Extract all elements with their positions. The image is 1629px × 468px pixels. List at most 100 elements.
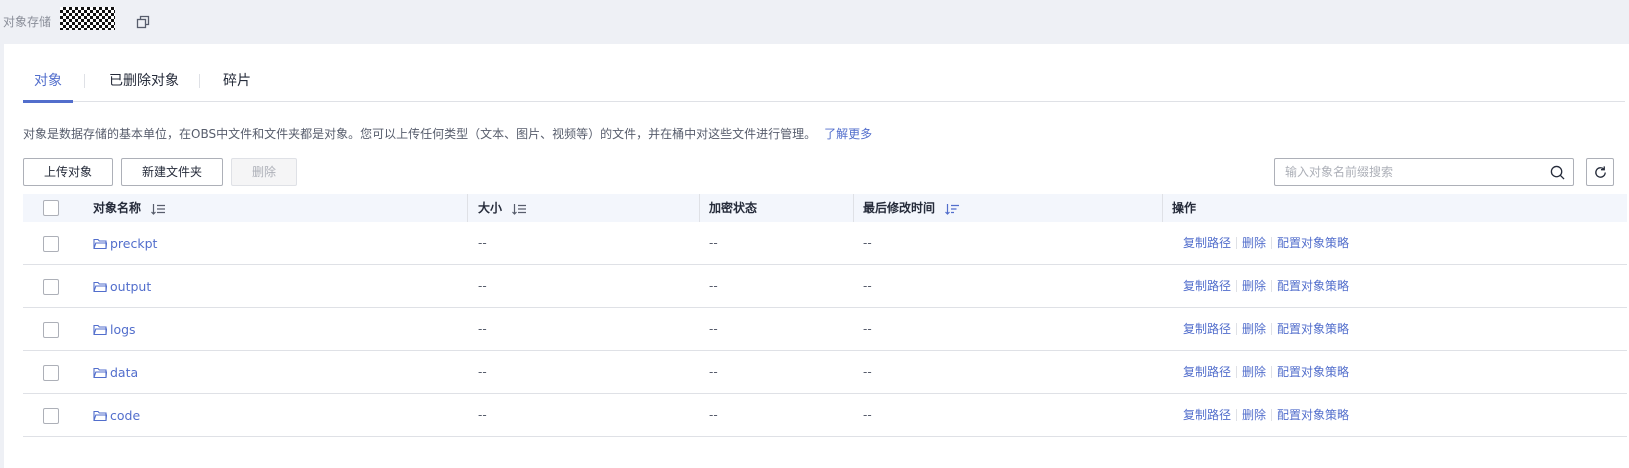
action-divider bbox=[1236, 323, 1238, 335]
object-name-link[interactable]: data bbox=[110, 365, 138, 380]
row-delete-link[interactable]: 删除 bbox=[1242, 279, 1266, 293]
column-divider bbox=[699, 194, 700, 222]
copy-path-link[interactable]: 复制路径 bbox=[1183, 408, 1231, 422]
tab-bar: 对象 已删除对象 碎片 bbox=[23, 70, 1625, 103]
objects-description: 对象是数据存储的基本单位，在OBS中文件和文件夹都是对象。您可以上传任何类型（文… bbox=[23, 125, 872, 142]
sort-icon[interactable] bbox=[512, 203, 527, 215]
table-header: 对象名称 大小 加密状态 最后修改时间 操作 bbox=[23, 194, 1627, 222]
delete-button[interactable]: 删除 bbox=[231, 158, 297, 186]
copy-path-link[interactable]: 复制路径 bbox=[1183, 322, 1231, 336]
upload-object-button[interactable]: 上传对象 bbox=[23, 158, 113, 186]
table-row: data -- -- -- 复制路径 删除 配置对象策略 bbox=[23, 351, 1627, 394]
sort-desc-icon[interactable] bbox=[945, 203, 960, 215]
sort-icon[interactable] bbox=[151, 203, 166, 215]
refresh-icon bbox=[1595, 166, 1606, 178]
action-divider bbox=[1271, 366, 1273, 378]
column-label: 对象名称 bbox=[93, 201, 142, 215]
copy-path-link[interactable]: 复制路径 bbox=[1183, 236, 1231, 250]
config-policy-link[interactable]: 配置对象策略 bbox=[1277, 322, 1349, 336]
bucket-name-masked bbox=[60, 7, 115, 30]
row-delete-link[interactable]: 删除 bbox=[1242, 408, 1266, 422]
object-name-link[interactable]: output bbox=[110, 279, 151, 294]
object-size: -- bbox=[478, 408, 487, 422]
table-row: code -- -- -- 复制路径 删除 配置对象策略 bbox=[23, 394, 1627, 437]
service-title: 对象存储 bbox=[3, 15, 52, 29]
object-name-link[interactable]: logs bbox=[110, 322, 136, 337]
copy-icon[interactable] bbox=[135, 14, 151, 30]
row-checkbox[interactable] bbox=[43, 322, 59, 338]
encryption-status: -- bbox=[709, 365, 718, 379]
object-name-link[interactable]: code bbox=[110, 408, 140, 423]
object-size: -- bbox=[478, 322, 487, 336]
select-all-checkbox[interactable] bbox=[43, 200, 59, 216]
encryption-status: -- bbox=[709, 322, 718, 336]
search-box bbox=[1274, 158, 1574, 186]
config-policy-link[interactable]: 配置对象策略 bbox=[1277, 408, 1349, 422]
last-modified: -- bbox=[863, 365, 872, 379]
table-row: output -- -- -- 复制路径 删除 配置对象策略 bbox=[23, 265, 1627, 308]
column-header-name[interactable]: 对象名称 bbox=[93, 194, 166, 222]
column-divider bbox=[467, 194, 468, 222]
search-icon[interactable] bbox=[1550, 165, 1565, 180]
table-row: preckpt -- -- -- 复制路径 删除 配置对象策略 bbox=[23, 222, 1627, 265]
refresh-button[interactable] bbox=[1586, 158, 1614, 186]
action-divider bbox=[1271, 409, 1273, 421]
action-divider bbox=[1271, 237, 1273, 249]
search-input[interactable] bbox=[1275, 159, 1535, 185]
folder-icon bbox=[93, 238, 107, 250]
tab-objects[interactable]: 对象 bbox=[23, 70, 73, 103]
folder-icon bbox=[93, 324, 107, 336]
row-actions: 复制路径 删除 配置对象策略 bbox=[1183, 265, 1349, 308]
tab-deleted-objects[interactable]: 已删除对象 bbox=[109, 70, 179, 102]
column-divider bbox=[853, 194, 854, 222]
column-header-modified[interactable]: 最后修改时间 bbox=[863, 194, 960, 222]
action-divider bbox=[1236, 280, 1238, 292]
tab-fragments[interactable]: 碎片 bbox=[223, 70, 251, 102]
copy-path-link[interactable]: 复制路径 bbox=[1183, 365, 1231, 379]
top-bar: 对象存储 bbox=[0, 0, 1629, 44]
row-checkbox[interactable] bbox=[43, 365, 59, 381]
learn-more-link[interactable]: 了解更多 bbox=[824, 127, 872, 141]
object-name-cell: logs bbox=[93, 308, 136, 351]
column-header-size[interactable]: 大小 bbox=[478, 194, 527, 222]
table-body: preckpt -- -- -- 复制路径 删除 配置对象策略 output -- … bbox=[23, 222, 1627, 437]
objects-table: 对象名称 大小 加密状态 最后修改时间 操作 preckpt -- -- -- … bbox=[23, 194, 1627, 437]
description-text: 对象是数据存储的基本单位，在OBS中文件和文件夹都是对象。您可以上传任何类型（文… bbox=[23, 127, 817, 141]
object-name-cell: preckpt bbox=[93, 222, 157, 265]
column-header-actions: 操作 bbox=[1172, 201, 1197, 215]
action-divider bbox=[1236, 409, 1238, 421]
row-delete-link[interactable]: 删除 bbox=[1242, 236, 1266, 250]
row-actions: 复制路径 删除 配置对象策略 bbox=[1183, 351, 1349, 394]
row-delete-link[interactable]: 删除 bbox=[1242, 322, 1266, 336]
config-policy-link[interactable]: 配置对象策略 bbox=[1277, 279, 1349, 293]
tab-divider bbox=[84, 74, 85, 88]
encryption-status: -- bbox=[709, 279, 718, 293]
row-actions: 复制路径 删除 配置对象策略 bbox=[1183, 222, 1349, 265]
action-divider bbox=[1271, 280, 1273, 292]
row-actions: 复制路径 删除 配置对象策略 bbox=[1183, 394, 1349, 437]
column-label: 大小 bbox=[478, 201, 503, 215]
action-divider bbox=[1236, 366, 1238, 378]
object-name-cell: code bbox=[93, 394, 140, 437]
column-label: 最后修改时间 bbox=[863, 201, 936, 215]
row-checkbox[interactable] bbox=[43, 279, 59, 295]
action-divider bbox=[1271, 323, 1273, 335]
row-checkbox[interactable] bbox=[43, 236, 59, 252]
new-folder-button[interactable]: 新建文件夹 bbox=[121, 158, 223, 186]
row-actions: 复制路径 删除 配置对象策略 bbox=[1183, 308, 1349, 351]
folder-icon bbox=[93, 410, 107, 422]
object-size: -- bbox=[478, 365, 487, 379]
config-policy-link[interactable]: 配置对象策略 bbox=[1277, 236, 1349, 250]
object-name-link[interactable]: preckpt bbox=[110, 236, 157, 251]
table-row: logs -- -- -- 复制路径 删除 配置对象策略 bbox=[23, 308, 1627, 351]
config-policy-link[interactable]: 配置对象策略 bbox=[1277, 365, 1349, 379]
last-modified: -- bbox=[863, 236, 872, 250]
object-name-cell: output bbox=[93, 265, 151, 308]
column-header-encryption: 加密状态 bbox=[709, 201, 758, 215]
row-checkbox[interactable] bbox=[43, 408, 59, 424]
object-name-cell: data bbox=[93, 351, 138, 394]
row-delete-link[interactable]: 删除 bbox=[1242, 365, 1266, 379]
copy-path-link[interactable]: 复制路径 bbox=[1183, 279, 1231, 293]
object-size: -- bbox=[478, 236, 487, 250]
tab-divider bbox=[199, 74, 200, 88]
